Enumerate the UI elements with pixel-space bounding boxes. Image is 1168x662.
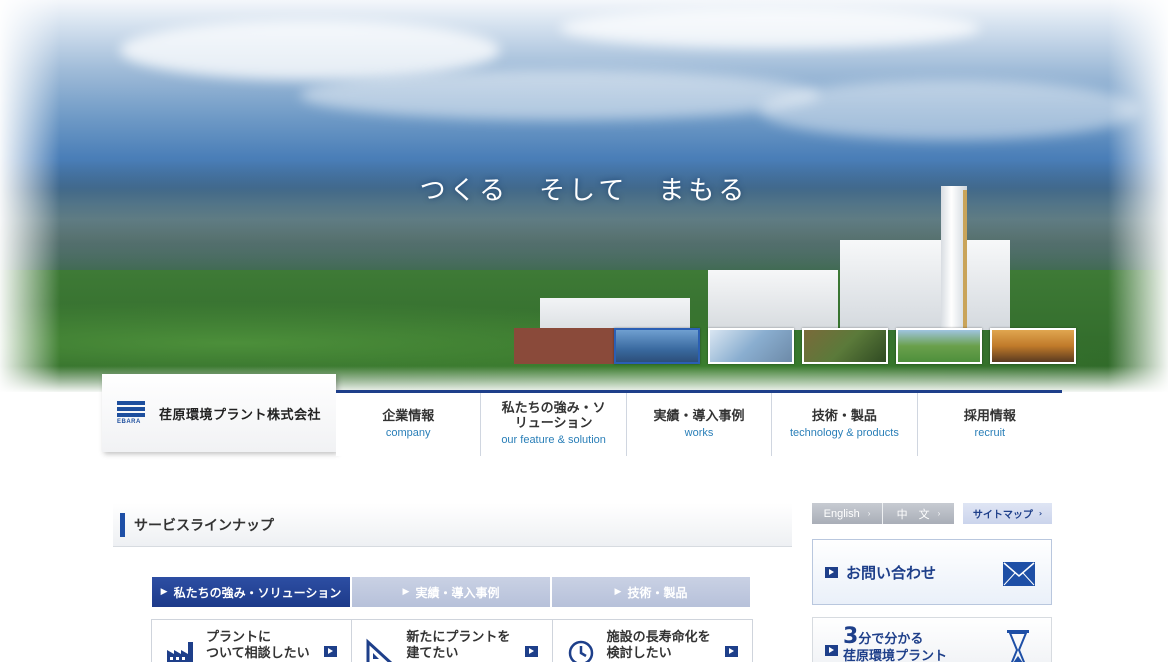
- chinese-button[interactable]: 中 文 ›: [883, 503, 954, 524]
- play-arrow-icon: [724, 646, 738, 657]
- play-arrow-icon: [825, 566, 838, 578]
- nav-item-sublabel: our feature & solution: [501, 434, 606, 446]
- ruler-icon: [366, 638, 393, 662]
- chimney-stripe: [963, 190, 967, 340]
- nav-item-works[interactable]: 実績・導入事例 works: [627, 393, 773, 456]
- plant-building-main: [840, 240, 1010, 330]
- clock-icon: [568, 640, 593, 662]
- chevron-right-icon: ›: [937, 509, 941, 518]
- hero-thumbnail-4[interactable]: [896, 328, 982, 364]
- nav-item-recruit[interactable]: 採用情報 recruit: [918, 393, 1062, 456]
- contact-button[interactable]: お問い合わせ: [812, 539, 1052, 605]
- nav-item-technology-products[interactable]: 技術・製品 technology & products: [772, 393, 918, 456]
- contact-label: お問い合わせ: [846, 563, 937, 582]
- tab-works[interactable]: ▶ 実績・導入事例: [352, 577, 550, 607]
- three-minute-line2: 荏原環境プラント: [843, 649, 948, 662]
- cloud: [120, 20, 500, 80]
- hero-thumbnail-2[interactable]: [708, 328, 794, 364]
- hero-banner: つくる そして まもる: [0, 0, 1168, 392]
- section-header-bar: [120, 512, 125, 537]
- tab-label: 実績・導入事例: [415, 585, 500, 600]
- factory-icon: [167, 642, 193, 662]
- chevron-right-icon: ›: [867, 509, 871, 518]
- plant-building-center: [708, 270, 838, 330]
- company-logo-link[interactable]: EBARA 荏原環境プラント株式会社: [102, 374, 336, 452]
- mail-icon: [1003, 562, 1035, 586]
- chevron-right-icon: ▶: [160, 587, 168, 597]
- hero-thumbnail-3[interactable]: [802, 328, 888, 364]
- global-navigation: 企業情報 company 私たちの強み・ソリューション our feature …: [336, 390, 1062, 456]
- cloud: [560, 8, 980, 48]
- hero-tagline: つくる そして まもる: [419, 176, 749, 206]
- language-switcher: English › 中 文 ›: [812, 503, 954, 524]
- three-minute-line1: 分で分かる: [858, 632, 924, 647]
- service-card-list: プラントに ついて相談したい 新たにプラントを 建てたい 施設の長寿命化を 検討…: [151, 619, 753, 662]
- nav-item-sublabel: company: [385, 426, 431, 439]
- hero-thumbnail-1[interactable]: [614, 328, 700, 364]
- ebara-logo-icon: EBARA: [117, 399, 145, 427]
- cloud: [300, 70, 820, 120]
- nav-item-sublabel: works: [684, 426, 714, 439]
- service-card-text: プラントに ついて相談したい: [206, 630, 310, 661]
- service-card-text: 施設の長寿命化を 検討したい: [606, 630, 711, 661]
- nav-item-label: 技術・製品: [811, 408, 877, 424]
- nav-item-label: 私たちの強み・ソリューション: [501, 401, 606, 431]
- nav-item-label: 企業情報: [382, 408, 435, 424]
- three-minute-guide-button[interactable]: 3分で分かる 荏原環境プラント: [812, 617, 1052, 662]
- service-card-text: 新たにプラントを 建てたい: [406, 630, 511, 661]
- logo-text: EBARA: [117, 419, 141, 425]
- english-label: English: [823, 507, 860, 520]
- service-tabs: ▶ 私たちの強み・ソリューション ▶ 実績・導入事例 ▶ 技術・製品: [152, 577, 752, 607]
- play-arrow-icon: [324, 646, 338, 657]
- hero-thumbnail-strip: [614, 328, 1076, 364]
- section-title: サービスラインナップ: [134, 517, 274, 534]
- plant-building-red: [514, 328, 614, 364]
- nav-item-sublabel: recruit: [974, 426, 1006, 439]
- play-arrow-icon: [825, 645, 838, 656]
- chevron-right-icon: ▶: [614, 587, 622, 597]
- company-name: 荏原環境プラント株式会社: [159, 407, 322, 423]
- service-card-consult[interactable]: プラントに ついて相談したい: [152, 620, 353, 662]
- nav-item-company[interactable]: 企業情報 company: [336, 393, 482, 456]
- section-header: サービスラインナップ: [113, 503, 792, 547]
- english-button[interactable]: English ›: [812, 503, 883, 524]
- tab-label: 技術・製品: [627, 585, 688, 600]
- sitemap-label: サイトマップ: [972, 510, 1033, 521]
- chevron-right-icon: ›: [1038, 509, 1043, 518]
- three-minute-number: 3: [843, 624, 859, 649]
- nav-item-label: 採用情報: [963, 408, 1016, 424]
- chevron-right-icon: ▶: [402, 587, 410, 597]
- hourglass-icon: [1007, 630, 1029, 662]
- chinese-label: 中 文: [896, 508, 930, 521]
- play-arrow-icon: [524, 646, 538, 657]
- sitemap-button[interactable]: サイトマップ ›: [963, 503, 1052, 524]
- hero-thumbnail-5[interactable]: [990, 328, 1076, 364]
- nav-item-label: 実績・導入事例: [653, 408, 745, 424]
- tab-technology-products[interactable]: ▶ 技術・製品: [552, 577, 750, 607]
- service-card-new-plant[interactable]: 新たにプラントを 建てたい: [352, 620, 553, 662]
- nav-item-sublabel: technology & products: [789, 426, 899, 439]
- nav-item-feature-solution[interactable]: 私たちの強み・ソリューション our feature & solution: [481, 393, 627, 456]
- tab-label: 私たちの強み・ソリューション: [173, 585, 342, 600]
- cloud: [760, 80, 1140, 140]
- service-card-longevity[interactable]: 施設の長寿命化を 検討したい: [553, 620, 752, 662]
- three-minute-guide-text: 3分で分かる 荏原環境プラント: [843, 626, 948, 662]
- tab-feature-solution[interactable]: ▶ 私たちの強み・ソリューション: [152, 577, 350, 607]
